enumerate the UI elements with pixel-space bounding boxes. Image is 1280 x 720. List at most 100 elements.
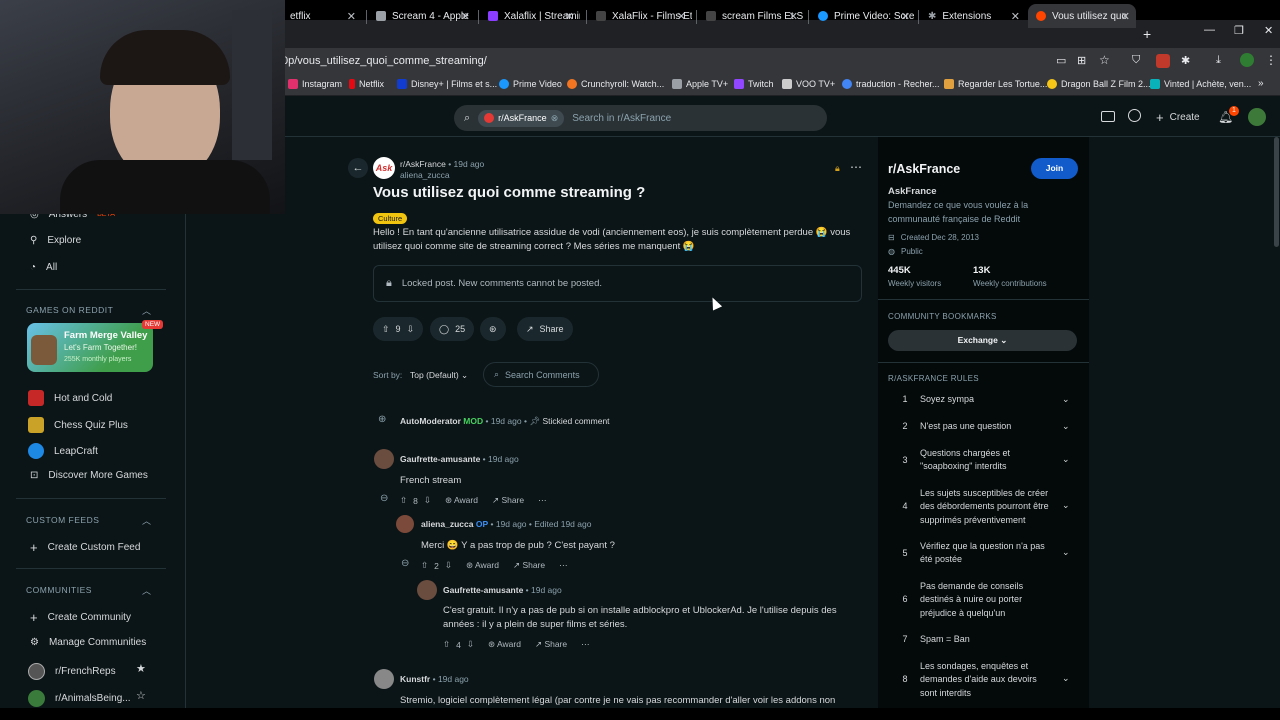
rule-item-3[interactable]: 3 Questions chargées et "soapboxing" inte… [900,447,1075,475]
commenter-avatar[interactable] [417,580,437,600]
community-frenchreps[interactable]: r/FrenchReps [28,663,116,680]
manage-communities[interactable]: ⚙ Manage Communities [30,637,146,648]
browser-menu-icon[interactable]: ⋮ [1265,53,1277,67]
search-comments-input[interactable]: ⌕ Search Comments [483,362,599,387]
nav-explore[interactable]: ⚲ Explore [30,235,81,246]
nav-all[interactable]: ◔ All [30,262,57,273]
downvote-icon[interactable]: ⇩ [445,560,452,571]
custom-feeds-header[interactable]: CUSTOM FEEDS [26,515,99,525]
join-button[interactable]: Join [1031,158,1078,179]
create-button[interactable]: + Create [1156,110,1200,125]
upvote-icon[interactable]: ⇧ [400,495,407,506]
share-button[interactable]: ↗ Share [492,495,524,506]
collapse-icon[interactable]: ⊖ [380,493,388,504]
upvote-icon[interactable]: ⇧ [382,324,390,335]
sort-dropdown[interactable]: Top (Default) ⌄ [410,370,468,381]
search-scope-chip[interactable]: r/AskFrance ⊗ [478,109,565,127]
url-field[interactable]: 0p/vous_utilisez_quoi_comme_streaming/ [282,55,487,67]
bookmark-dragon-ball[interactable]: Dragon Ball Z Film 2... [1047,79,1151,89]
bookmark-apple-tv[interactable]: Apple TV+ [672,79,728,89]
more-options-icon[interactable]: ⋯ [581,639,590,650]
star-outline-icon[interactable]: ☆ [136,689,146,702]
featured-game-card[interactable]: Farm Merge Valley Let's Farm Together! 2… [27,323,153,372]
shield-icon[interactable]: ⛉ [1132,54,1140,67]
comment-author[interactable]: AutoModerator [400,416,461,426]
rule-item-8[interactable]: 8 Les sondages, enquêtes et demandes d'ai… [900,660,1075,702]
bookmark-netflix[interactable]: Netflix [349,79,384,89]
award-button[interactable]: ⊛ Award [466,560,499,571]
game-chess-quiz[interactable]: Chess Quiz Plus [28,417,128,433]
close-icon[interactable]: ✕ [565,10,574,23]
rule-item-2[interactable]: 2 N'est pas une question ⌄ [900,420,1075,434]
downvote-icon[interactable]: ⇩ [407,324,415,335]
comment-author[interactable]: aliena_zucca [421,519,473,529]
collapse-icon[interactable]: ⊖ [401,558,409,569]
chevron-up-icon[interactable]: ︿ [142,514,151,527]
award-button[interactable]: ⊛ Award [445,495,478,506]
star-filled-icon[interactable]: ★ [136,662,146,675]
bookmark-traduction[interactable]: traduction - Recher... [842,79,940,89]
minimize-button[interactable]: — [1204,24,1215,36]
tab-xalaflix-streaming[interactable]: Xalaflix | Streamin ✕ [480,4,580,28]
close-window-button[interactable]: ✕ [1264,24,1273,37]
search-input[interactable]: ⌕ r/AskFrance ⊗ Search in r/AskFrance [454,105,827,131]
downvote-icon[interactable]: ⇩ [467,639,474,650]
create-custom-feed[interactable]: + Create Custom Feed [30,540,140,555]
rule-item-5[interactable]: 5 Vérifiez que la question n'a pas été po… [900,540,1075,568]
close-icon[interactable]: ✕ [1011,10,1020,23]
tab-scream-films[interactable]: scream Films Et S ✕ [698,4,804,28]
user-avatar[interactable] [1248,108,1266,126]
more-options-icon[interactable]: ⋯ [538,495,547,506]
new-tab-button[interactable]: + [1143,26,1151,42]
comment-author[interactable]: Kunstfr [400,674,430,684]
rule-item-4[interactable]: 4 Les sujets susceptibles de créer des dé… [900,487,1075,529]
post-author[interactable]: aliena_zucca [400,170,450,180]
comment-author[interactable]: Gaufrette-amusante [443,585,523,595]
award-button[interactable]: ⊛ Award [488,639,521,650]
expand-icon[interactable]: ⊕ [378,414,386,425]
bookmark-disney[interactable]: Disney+ | Films et s... [397,79,497,89]
clear-chip-icon[interactable]: ⊗ [551,113,559,124]
close-icon[interactable]: ✕ [789,10,798,23]
comments-button[interactable]: ◯ 25 [430,317,475,341]
advertise-icon[interactable] [1101,111,1115,122]
subreddit-link[interactable]: r/AskFrance [400,159,446,169]
chevron-up-icon[interactable]: ︿ [142,304,151,317]
upvote-icon[interactable]: ⇧ [421,560,428,571]
post-flair[interactable]: Culture [373,213,408,224]
close-icon[interactable]: ✕ [901,10,910,23]
game-hot-and-cold[interactable]: Hot and Cold [28,390,112,406]
tab-reddit-active[interactable]: Vous utilisez quo ✕ [1028,4,1136,28]
bookmark-voo[interactable]: VOO TV+ [782,79,835,89]
close-icon[interactable]: ✕ [347,10,356,23]
commenter-avatar[interactable] [374,669,394,689]
close-icon[interactable]: ✕ [677,10,686,23]
tab-scream4-apple[interactable]: Scream 4 - Apple ✕ [368,4,476,28]
profile-avatar[interactable] [1240,53,1254,67]
exchange-button[interactable]: Exchange ⌄ [888,330,1077,351]
more-bookmarks-icon[interactable]: » [1258,78,1264,89]
tab-xalaflix-films[interactable]: XalaFlix - Films Et ✕ [588,4,692,28]
chat-icon[interactable] [1128,109,1141,122]
discover-more-games[interactable]: ⊡ Discover More Games [30,470,148,481]
tab-extensions[interactable]: ✱ Extensions ✕ [920,4,1026,28]
download-icon[interactable]: ⤓ [1216,54,1221,67]
commenter-avatar[interactable] [396,515,414,533]
share-button[interactable]: ↗ Share [517,317,573,341]
upvote-icon[interactable]: ⇧ [443,639,450,650]
cast-icon[interactable]: ▭ [1056,54,1066,67]
rule-item-1[interactable]: 1 Soyez sympa ⌄ [900,393,1075,407]
translate-icon[interactable]: ⊞ [1077,54,1086,67]
close-icon[interactable]: ✕ [1121,10,1130,23]
games-header[interactable]: GAMES ON REDDIT [26,305,113,315]
bookmark-instagram[interactable]: Instagram [288,79,342,89]
restore-button[interactable]: ❐ [1234,24,1244,37]
bookmark-vinted[interactable]: Vinted | Achète, ven... [1150,79,1251,89]
tab-netflix[interactable]: etflix ✕ [282,4,362,28]
create-community[interactable]: + Create Community [30,610,131,625]
community-animalsbeing[interactable]: r/AnimalsBeing... [28,690,131,707]
communities-header[interactable]: COMMUNITIES [26,585,92,595]
bookmark-twitch[interactable]: Twitch [734,79,774,89]
bookmark-star-icon[interactable]: ☆ [1099,53,1110,67]
page-scrollbar[interactable] [1274,137,1279,247]
